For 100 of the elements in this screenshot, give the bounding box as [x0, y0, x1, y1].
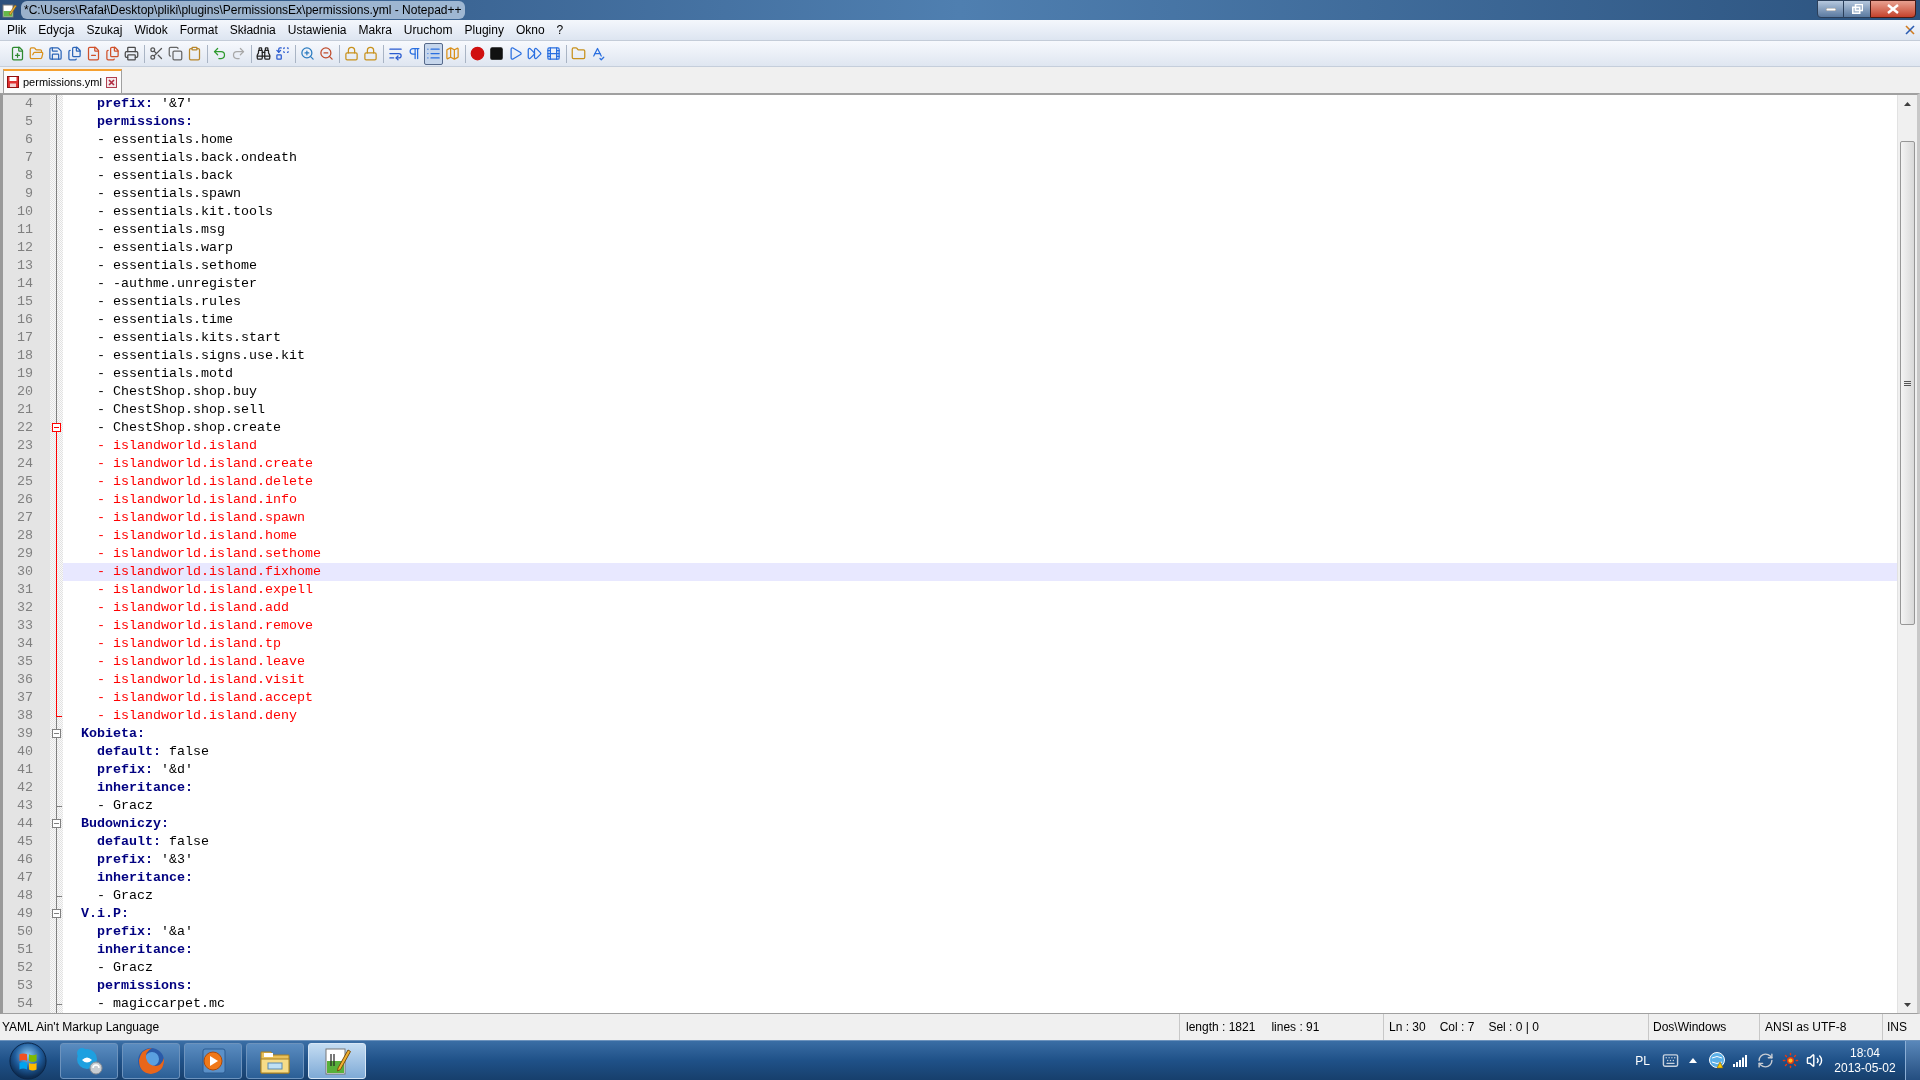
code-line: permissions:	[97, 113, 193, 131]
keyboard-icon[interactable]	[1662, 1052, 1679, 1069]
code-line: - essentials.motd	[97, 365, 233, 383]
line-number: 6	[25, 131, 33, 149]
minus-box-icon[interactable]	[52, 423, 61, 432]
line-number: 46	[17, 851, 33, 869]
menu-item[interactable]: Szukaj	[80, 21, 129, 39]
clock-time: 18:04	[1850, 1045, 1880, 1061]
code-line: - essentials.home	[97, 131, 233, 149]
line-number: 32	[17, 599, 33, 617]
line-number: 38	[17, 707, 33, 725]
code-line: - essentials.kits.start	[97, 329, 281, 347]
menu-item[interactable]: Pluginy	[458, 21, 510, 39]
line-number: 51	[17, 941, 33, 959]
menu-item[interactable]: Format	[173, 21, 224, 39]
code-line: inheritance:	[97, 941, 193, 959]
code-line: - essentials.back.ondeath	[97, 149, 297, 167]
menu-item[interactable]: Widok	[128, 21, 174, 39]
code-line: - essentials.kit.tools	[97, 203, 273, 221]
line-number: 25	[17, 473, 33, 491]
code-line: - essentials.time	[97, 311, 233, 329]
code-line: - essentials.signs.use.kit	[97, 347, 305, 365]
line-number: 10	[17, 203, 33, 221]
sun-icon[interactable]	[1782, 1052, 1799, 1069]
taskbar-button[interactable]	[122, 1042, 180, 1079]
menu-item[interactable]: Uruchom	[397, 21, 459, 39]
code-line: - islandworld.island	[97, 437, 257, 455]
code-line: - ChestShop.shop.sell	[97, 401, 265, 419]
caret-down-icon	[1904, 1002, 1911, 1007]
taskbar-button[interactable]	[184, 1042, 242, 1079]
notepad-pencil-icon	[322, 1045, 352, 1076]
line-number: 15	[17, 293, 33, 311]
code-line: - Gracz	[97, 959, 153, 977]
code-line: prefix: '&7'	[97, 95, 193, 113]
code-line: - essentials.msg	[97, 221, 225, 239]
minus-box-icon[interactable]	[52, 909, 61, 918]
length-label: length : 1821	[1186, 1019, 1256, 1036]
code-line: - islandworld.island.add	[97, 599, 289, 617]
encoding-label: ANSI as UTF-8	[1765, 1019, 1847, 1036]
line-number: 18	[17, 347, 33, 365]
code-line: inheritance:	[97, 869, 193, 887]
start-orb-icon[interactable]	[9, 1041, 47, 1080]
line-number: 39	[17, 725, 33, 743]
menu-item[interactable]: Składnia	[223, 21, 282, 39]
line-number: 9	[25, 185, 33, 203]
line-number: 11	[17, 221, 33, 239]
taskbar-button[interactable]	[60, 1042, 118, 1079]
code-line: - essentials.back	[97, 167, 233, 185]
code-line: - islandworld.island.leave	[97, 653, 305, 671]
line-number: 31	[17, 581, 33, 599]
close-icon[interactable]	[105, 76, 117, 88]
lines-label: lines : 91	[1271, 1019, 1320, 1036]
code-line: - -authme.unregister	[97, 275, 257, 293]
grip-lines-icon	[1904, 380, 1911, 386]
globe-warning-icon[interactable]	[1709, 1052, 1726, 1069]
scrollbar-thumb[interactable]	[1900, 141, 1915, 625]
line-number: 49	[17, 905, 33, 923]
menu-item[interactable]: Plik	[1, 21, 33, 39]
line-number: 43	[17, 797, 33, 815]
code-line: - islandworld.island.accept	[97, 689, 313, 707]
window-title: *C:\Users\Rafał\Desktop\pliki\plugins\PermissionsEx\permissions.yml - Notepad++	[21, 1, 465, 19]
line-number: 44	[17, 815, 33, 833]
show-desktop-button[interactable]	[1905, 1041, 1920, 1080]
sync-icon[interactable]	[1757, 1052, 1774, 1069]
caret-up-icon	[1904, 101, 1911, 106]
restore-button[interactable]	[1844, 0, 1870, 18]
code-line: - essentials.rules	[97, 293, 241, 311]
taskbar-button[interactable]	[246, 1042, 304, 1079]
code-line: - Gracz	[97, 797, 153, 815]
signal-bars-icon[interactable]	[1733, 1054, 1747, 1067]
column-label: Col : 7	[1439, 1019, 1475, 1036]
close-icon[interactable]	[1905, 25, 1915, 35]
caret-up-icon[interactable]	[1689, 1058, 1697, 1063]
menu-item[interactable]: ?	[550, 21, 570, 39]
line-number: 22	[17, 419, 33, 437]
menu-item[interactable]: Edycja	[32, 21, 81, 39]
minus-box-icon[interactable]	[52, 819, 61, 828]
close-button[interactable]	[1870, 0, 1916, 18]
code-line: default: false	[97, 833, 209, 851]
code-line: - islandworld.island.spawn	[97, 509, 305, 527]
code-line: - essentials.warp	[97, 239, 233, 257]
line-number: 48	[17, 887, 33, 905]
code-line: inheritance:	[97, 779, 193, 797]
line-number: 34	[17, 635, 33, 653]
language-indicator[interactable]: PL	[1635, 1051, 1650, 1070]
speaker-icon[interactable]	[1806, 1052, 1823, 1069]
close-icon	[1887, 4, 1899, 14]
line-number: 54	[17, 995, 33, 1013]
menu-item[interactable]: Okno	[509, 21, 551, 39]
code-line: - Gracz	[97, 887, 153, 905]
minus-box-icon[interactable]	[52, 729, 61, 738]
menu-item[interactable]: Makra	[352, 21, 398, 39]
line-number: 53	[17, 977, 33, 995]
line-number: 8	[25, 167, 33, 185]
code-line: - islandworld.island.visit	[97, 671, 305, 689]
minimize-button[interactable]	[1817, 0, 1844, 18]
code-line: - islandworld.island.remove	[97, 617, 313, 635]
file-tab[interactable]: permissions.yml	[3, 69, 122, 93]
menu-item[interactable]: Ustawienia	[281, 21, 353, 39]
code-line: permissions:	[97, 977, 193, 995]
